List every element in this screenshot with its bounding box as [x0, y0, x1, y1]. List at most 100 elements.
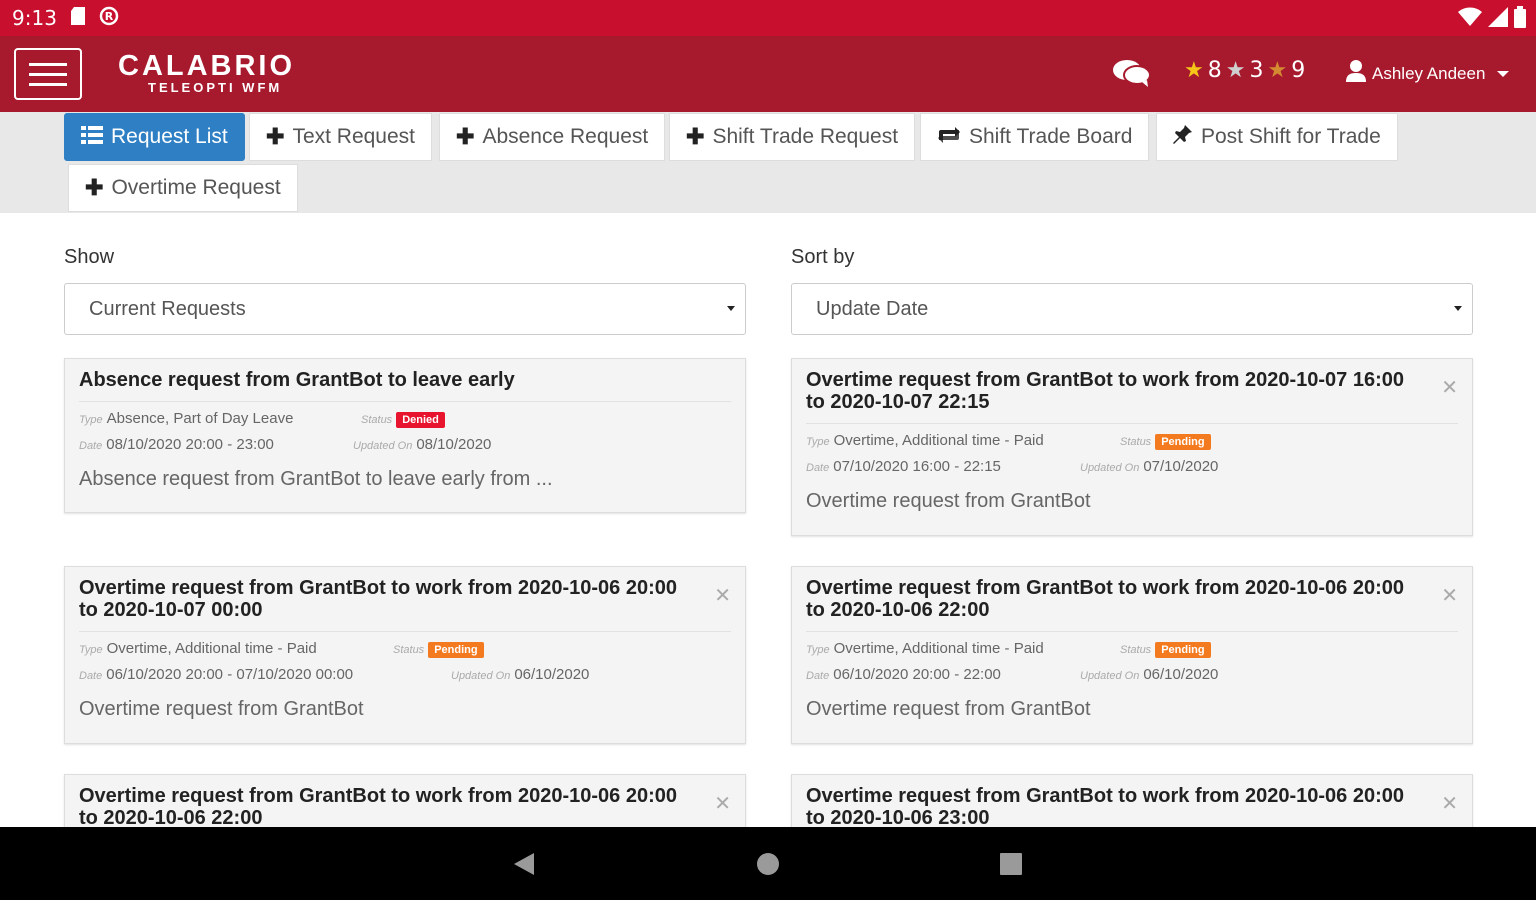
- gold-badge-count: 8: [1207, 58, 1222, 83]
- tab-label: Overtime Request: [111, 176, 281, 199]
- tab-shift-trade-request[interactable]: ✚ Shift Trade Request: [669, 113, 916, 161]
- silver-badge-count: 3: [1249, 58, 1264, 83]
- hamburger-menu-button[interactable]: [14, 48, 82, 100]
- close-icon[interactable]: ✕: [714, 583, 731, 608]
- request-date: 07/10/2020 16:00 - 22:15: [833, 458, 1001, 475]
- updated-key: Updated On: [1080, 462, 1140, 474]
- tab-label: Post Shift for Trade: [1201, 125, 1381, 148]
- plus-icon: ✚: [686, 124, 705, 149]
- tab-post-shift-for-trade[interactable]: Post Shift for Trade: [1156, 113, 1398, 161]
- type-key: Type: [79, 644, 103, 656]
- request-title: Absence request from GrantBot to leave e…: [79, 369, 515, 391]
- chat-icon[interactable]: [1112, 58, 1152, 93]
- badge-counts[interactable]: ★ 8 ★ 3 ★ 9: [1184, 58, 1305, 83]
- back-icon[interactable]: [512, 852, 536, 881]
- android-navigation-bar: [0, 827, 1536, 900]
- app-header: CALABRIO TELEOPTI WFM ★ 8 ★ 3 ★ 9 Ashley…: [0, 36, 1536, 112]
- brand-logo: CALABRIO TELEOPTI WFM: [118, 52, 295, 96]
- request-meta-row: Date 07/10/2020 16:00 - 22:15 Updated On 0…: [806, 454, 1458, 480]
- sort-by-label: Sort by: [791, 246, 855, 268]
- type-key: Type: [79, 414, 103, 426]
- tab-absence-request[interactable]: ✚ Absence Request: [439, 113, 666, 161]
- show-select[interactable]: Current Requests: [64, 283, 746, 335]
- brand-name: CALABRIO: [118, 50, 296, 82]
- tab-request-list[interactable]: Request List: [64, 113, 245, 161]
- tab-label: Shift Trade Request: [712, 125, 899, 148]
- bronze-badge-count: 9: [1291, 58, 1306, 83]
- tab-label: Request List: [111, 125, 228, 148]
- user-icon: [1346, 60, 1366, 87]
- wifi-icon: [1458, 7, 1482, 32]
- bronze-star-icon: ★: [1267, 58, 1288, 83]
- request-tabs: Request List ✚ Text Request ✚ Absence Re…: [0, 112, 1536, 213]
- close-icon[interactable]: ✕: [1441, 791, 1458, 816]
- tab-shift-trade-board[interactable]: Shift Trade Board: [920, 113, 1150, 161]
- request-meta-row: Date 06/10/2020 20:00 - 07/10/2020 00:00 …: [79, 662, 731, 688]
- sort-by-select[interactable]: Update Date: [791, 283, 1473, 335]
- tab-label: Shift Trade Board: [969, 125, 1133, 148]
- request-updated: 08/10/2020: [416, 436, 492, 453]
- plus-icon: ✚: [266, 124, 285, 149]
- request-meta-row: Date 08/10/2020 20:00 - 23:00 Updated On 0…: [79, 432, 731, 458]
- sort-select-value: Update Date: [816, 297, 929, 320]
- request-title: Overtime request from GrantBot to work f…: [79, 577, 677, 621]
- status-time: 9:13: [12, 6, 57, 30]
- request-updated: 06/10/2020: [514, 666, 590, 683]
- status-key: Status: [1120, 436, 1152, 448]
- request-type: Overtime, Additional time - Paid: [833, 640, 1044, 657]
- request-card[interactable]: Overtime request from GrantBot to work f…: [791, 774, 1473, 834]
- close-icon[interactable]: ✕: [1441, 583, 1458, 608]
- registered-icon: R: [99, 6, 119, 31]
- status-badge: Denied: [396, 412, 445, 428]
- request-card[interactable]: Overtime request from GrantBot to work f…: [64, 774, 746, 834]
- type-key: Type: [806, 644, 830, 656]
- battery-icon: [1514, 6, 1526, 33]
- request-meta-row: Type Overtime, Additional time - Paid Sta…: [79, 636, 731, 662]
- tab-label: Text Request: [292, 125, 416, 148]
- request-date: 06/10/2020 20:00 - 07/10/2020 00:00: [106, 666, 354, 683]
- tab-label: Absence Request: [482, 125, 649, 148]
- request-meta-row: Type Overtime, Additional time - Paid Sta…: [806, 636, 1458, 662]
- request-description: Absence request from GrantBot to leave e…: [79, 468, 553, 490]
- request-card[interactable]: Overtime request from GrantBot to work f…: [791, 358, 1473, 536]
- sd-card-icon: [70, 6, 85, 30]
- date-key: Date: [79, 440, 103, 452]
- updated-key: Updated On: [353, 440, 413, 452]
- tab-text-request[interactable]: ✚ Text Request: [249, 113, 433, 161]
- plus-icon: ✚: [456, 124, 475, 149]
- request-meta-row: Type Overtime, Additional time - Paid Sta…: [806, 428, 1458, 454]
- chevron-down-icon: [1497, 70, 1510, 77]
- request-description: Overtime request from GrantBot: [79, 698, 364, 720]
- close-icon[interactable]: ✕: [1441, 375, 1458, 400]
- request-type: Overtime, Additional time - Paid: [106, 640, 317, 657]
- request-meta-row: Date 06/10/2020 20:00 - 22:00 Updated On 0…: [806, 662, 1458, 688]
- show-select-value: Current Requests: [89, 297, 246, 320]
- silver-star-icon: ★: [1225, 58, 1246, 83]
- close-icon[interactable]: ✕: [714, 791, 731, 816]
- status-key: Status: [393, 644, 425, 656]
- request-date: 06/10/2020 20:00 - 22:00: [833, 666, 1001, 683]
- request-card[interactable]: Overtime request from GrantBot to work f…: [64, 566, 746, 744]
- user-menu[interactable]: Ashley Andeen: [1346, 60, 1510, 87]
- signal-icon: [1488, 7, 1508, 32]
- status-badge: Pending: [428, 642, 484, 658]
- request-title: Overtime request from GrantBot to work f…: [806, 785, 1404, 829]
- recents-icon[interactable]: [1000, 853, 1022, 880]
- request-meta-row: Type Absence, Part of Day Leave Status Den…: [79, 406, 731, 432]
- request-description: Overtime request from GrantBot: [806, 698, 1091, 720]
- tab-overtime-request[interactable]: ✚ Overtime Request: [68, 164, 298, 212]
- request-card[interactable]: Absence request from GrantBot to leave e…: [64, 358, 746, 513]
- updated-key: Updated On: [451, 670, 511, 682]
- brand-subtitle: TELEOPTI WFM: [148, 80, 283, 95]
- request-updated: 07/10/2020: [1143, 458, 1219, 475]
- request-title: Overtime request from GrantBot to work f…: [806, 577, 1404, 621]
- request-type: Overtime, Additional time - Paid: [833, 432, 1044, 449]
- date-key: Date: [79, 670, 103, 682]
- list-icon: [81, 124, 103, 150]
- request-card[interactable]: Overtime request from GrantBot to work f…: [791, 566, 1473, 744]
- request-date: 08/10/2020 20:00 - 23:00: [106, 436, 274, 453]
- caret-down-icon: [1454, 306, 1462, 311]
- status-badge: Pending: [1155, 434, 1211, 450]
- updated-key: Updated On: [1080, 670, 1140, 682]
- home-icon[interactable]: [757, 853, 779, 880]
